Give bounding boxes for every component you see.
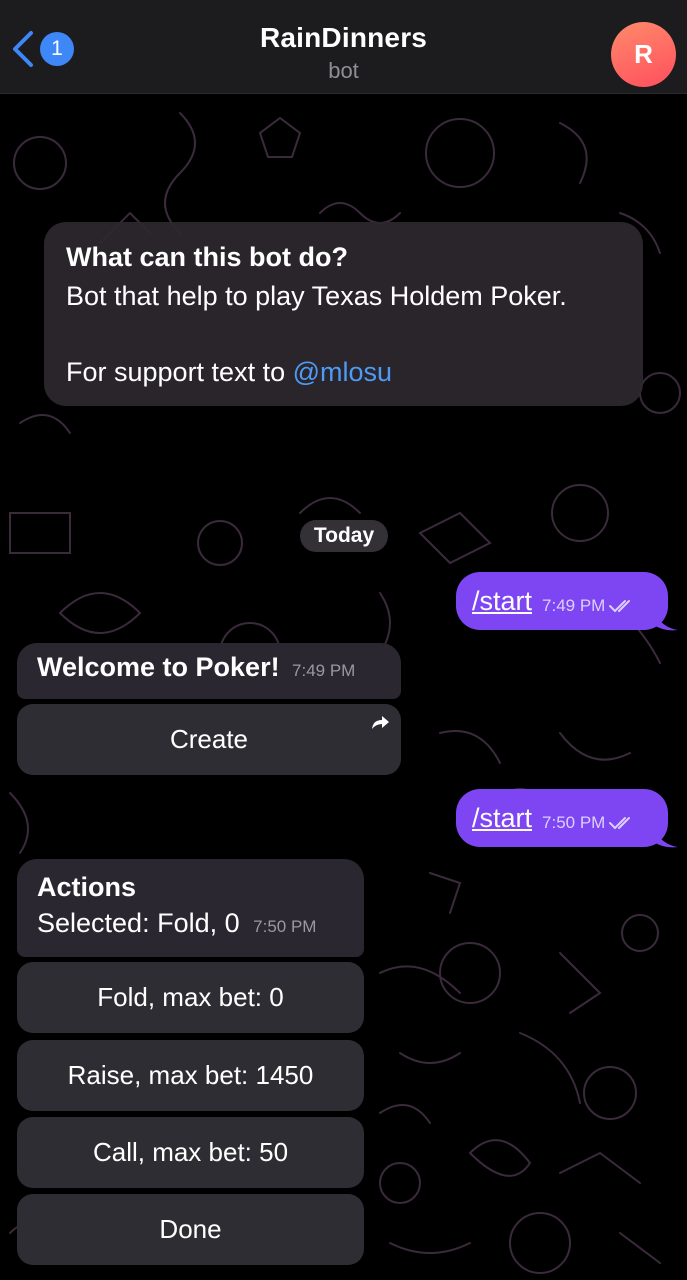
raise-button[interactable]: Raise, max bet: 1450 [17, 1040, 364, 1111]
create-button[interactable]: Create [17, 704, 401, 775]
button-label: Create [169, 724, 249, 754]
command-link[interactable]: /start [472, 803, 532, 834]
message-time: 7:49 PM [292, 661, 356, 680]
support-mention-link[interactable]: @mlosu [293, 357, 392, 387]
double-check-icon [609, 817, 631, 830]
message-text: Selected: Fold, 0 [37, 908, 240, 938]
chat-title-area[interactable]: RainDinners bot [0, 22, 687, 84]
chat-subtitle: bot [328, 58, 359, 83]
bot-info-question: What can this bot do? [66, 242, 348, 272]
chat-title: RainDinners [259, 22, 428, 53]
support-prefix: For support text to [66, 357, 293, 387]
message-time: 7:50 PM [253, 917, 317, 936]
message-text: Welcome to Poker! [37, 652, 280, 682]
bubble-tail [652, 610, 678, 631]
bot-info-description: Bot that help to play Texas Holdem Poker… [66, 281, 567, 311]
bubble-tail [652, 827, 678, 848]
incoming-message[interactable]: Welcome to Poker! 7:49 PM [17, 643, 401, 699]
call-button[interactable]: Call, max bet: 50 [17, 1117, 364, 1188]
message-title: Actions [37, 872, 137, 902]
chat-header: 1 RainDinners bot R [0, 0, 687, 94]
bot-info-support: For support text to @mlosu [66, 353, 621, 392]
share-arrow-icon [372, 716, 389, 729]
double-check-icon [609, 600, 631, 613]
incoming-message[interactable]: Actions Selected: Fold, 0 7:50 PM [17, 859, 364, 957]
avatar[interactable]: R [611, 22, 676, 87]
fold-button[interactable]: Fold, max bet: 0 [17, 962, 364, 1033]
done-button[interactable]: Done [17, 1194, 364, 1265]
command-link[interactable]: /start [472, 586, 532, 617]
message-time: 7:50 PM [542, 813, 606, 832]
date-separator: Today [300, 520, 388, 552]
message-time: 7:49 PM [542, 596, 606, 615]
outgoing-message[interactable]: /start 7:50 PM [456, 789, 668, 847]
bot-info-card: What can this bot do? Bot that help to p… [44, 222, 643, 406]
outgoing-message[interactable]: /start 7:49 PM [456, 572, 668, 630]
